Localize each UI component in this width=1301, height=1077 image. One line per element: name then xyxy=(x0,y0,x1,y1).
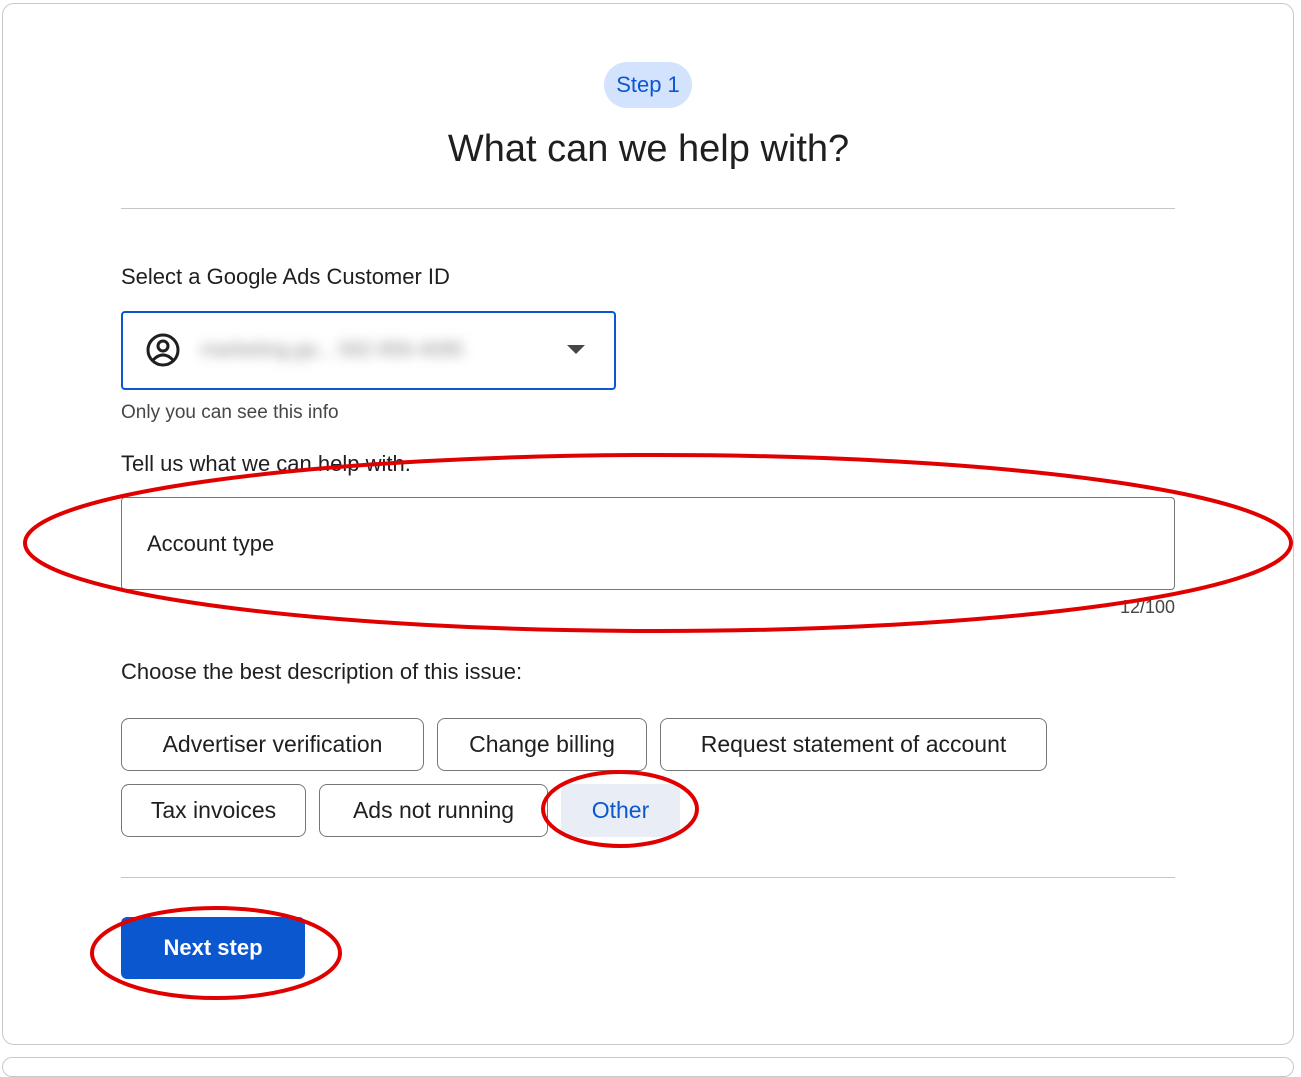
chip-ads-not-running[interactable]: Ads not running xyxy=(319,784,548,837)
issue-label: Choose the best description of this issu… xyxy=(121,659,523,684)
chip-change-billing[interactable]: Change billing xyxy=(437,718,647,771)
page-title: What can we help with? xyxy=(447,128,850,170)
next-card-edge xyxy=(2,1057,1294,1077)
customer-id-value: marketing.ga... 582-956-4095 xyxy=(201,339,464,361)
step-badge: Step 1 xyxy=(604,62,692,108)
privacy-helper-text: Only you can see this info xyxy=(121,402,339,423)
chip-request-statement[interactable]: Request statement of account xyxy=(660,718,1047,771)
customer-id-label: Select a Google Ads Customer ID xyxy=(121,264,450,289)
customer-id-select[interactable]: marketing.ga... 582-956-4095 xyxy=(121,311,616,390)
help-field-label: Tell us what we can help with. xyxy=(121,451,411,476)
header-divider xyxy=(121,208,1175,209)
chip-tax-invoices[interactable]: Tax invoices xyxy=(121,784,306,837)
help-text-input[interactable]: Account type xyxy=(121,497,1175,590)
next-step-button[interactable]: Next step xyxy=(121,917,305,979)
chip-advertiser-verification[interactable]: Advertiser verification xyxy=(121,718,424,771)
footer-divider xyxy=(121,877,1175,878)
account-circle-icon xyxy=(146,333,180,367)
chip-other[interactable]: Other xyxy=(561,784,680,837)
character-counter: 12/100 xyxy=(1119,597,1175,617)
dropdown-arrow-icon xyxy=(567,345,585,354)
